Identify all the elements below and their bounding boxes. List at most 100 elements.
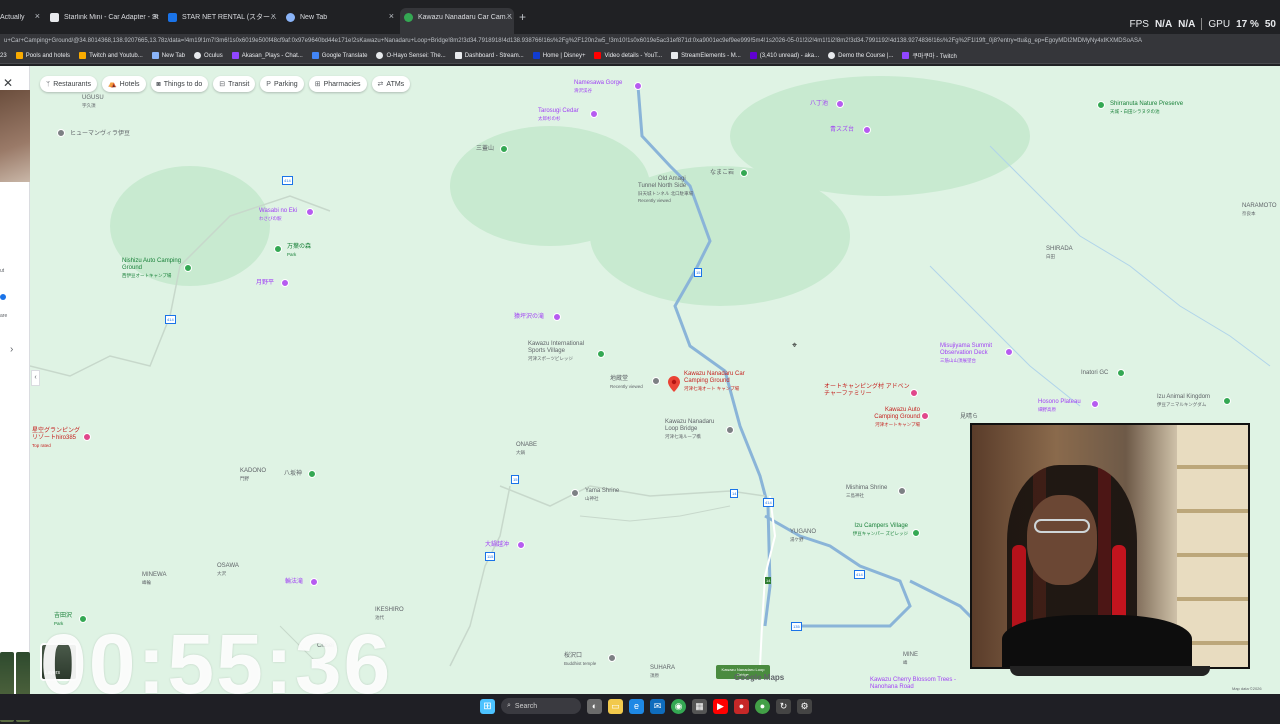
place-kawazu-nanadaru-camping[interactable]: Kawazu Nanadaru Car Camping Ground 河津七滝オー… [684, 371, 750, 392]
campground-pin-icon[interactable] [912, 529, 920, 537]
app-icon[interactable]: ● [755, 698, 770, 714]
place-osawa[interactable]: OSAWA 大沢 [217, 563, 239, 577]
place-izu-campers-village[interactable]: Izu Campers Village 伊豆キャンパー ズビレッジ [846, 523, 908, 537]
bookmark-item[interactable]: Demo the Course |... [828, 52, 893, 59]
place-tunnel-north[interactable]: Tunnel North Side 旧天城トンネル 北口駐車場 Recently v… [638, 183, 693, 204]
bookmark-item[interactable]: Pools and hotels [15, 52, 70, 59]
bookmark-item[interactable]: Google Translate [311, 52, 367, 59]
camping-pin-icon[interactable] [910, 389, 918, 397]
place-mishima-shrine[interactable]: Mishima Shrine 三島神社 [846, 485, 887, 499]
bookmark-item[interactable]: Oculus [194, 52, 223, 59]
place-yasaka[interactable]: 八坂神 [284, 471, 302, 478]
share-icon[interactable] [0, 294, 6, 300]
chip-parking[interactable]: P Parking [260, 76, 304, 92]
place-loop-bridge[interactable]: Kawazu Nanadaru Loop Bridge 河津七滝ループ橋 [665, 419, 725, 440]
bookmark-item[interactable]: New Tab [151, 52, 185, 59]
collapse-panel-button[interactable]: ‹ [31, 370, 40, 386]
place-pin-icon[interactable] [57, 129, 65, 137]
bookmark-item[interactable]: Dashboard - Stream... [454, 52, 524, 59]
place-adventure-family[interactable]: オートキャンピング村 アドベンチャーファミリー [824, 384, 910, 398]
attraction-pin-icon[interactable] [836, 100, 844, 108]
place-mikurayama[interactable]: 三蓋山 [476, 146, 494, 153]
chip-hotels[interactable]: ⛺ Hotels [101, 76, 146, 92]
golf-pin-icon[interactable] [1117, 369, 1125, 377]
attraction-pin-icon[interactable] [1091, 400, 1099, 408]
bookmark-item[interactable]: Video details - YouT... [594, 52, 662, 59]
settings-icon[interactable]: ⚙ [797, 698, 812, 714]
place-namako[interactable]: なまこ岩 [710, 170, 734, 177]
place-ugusu[interactable]: UGUSU 宇久須 [82, 95, 104, 109]
place-misujiyama[interactable]: Misujiyama Summit Observation Deck 三筋山山頂展… [940, 343, 1004, 364]
tab-kawazu-nanadaru[interactable]: Kawazu Nanadaru Car Camping × [400, 8, 514, 34]
park-pin-icon[interactable] [740, 169, 748, 177]
bookmark-partial[interactable]: 23 [0, 53, 7, 59]
place-jizodo[interactable]: 地蔵堂 Recently viewed [610, 376, 643, 390]
bookmark-item[interactable]: (3,410 unread) - aka... [749, 52, 819, 59]
windows-start-icon[interactable]: ⊞ [480, 698, 495, 714]
glamping-pin-icon[interactable] [83, 433, 91, 441]
tab-close-icon[interactable]: × [389, 11, 394, 21]
park-pin-icon[interactable] [1097, 101, 1105, 109]
tab-close-icon[interactable]: × [507, 11, 512, 21]
attraction-pin-icon[interactable] [590, 110, 598, 118]
zoo-pin-icon[interactable] [1223, 397, 1231, 405]
place-human-villa[interactable]: ヒューマンヴィラ伊豆 [70, 131, 130, 138]
place-shiranuta[interactable]: Shirranuta Nature Preserve 天城・白田シラヌタの池 [1110, 101, 1183, 115]
place-namesawa-gorge[interactable]: Namesawa Gorge 滑沢渓谷 [574, 80, 622, 94]
tab-new-tab[interactable]: New Tab × [286, 8, 396, 26]
park-pin-icon[interactable] [274, 245, 282, 253]
tab-close-icon[interactable]: × [153, 11, 158, 21]
chip-atms[interactable]: ⇄ ATMs [371, 76, 411, 92]
tab-starlink[interactable]: Starlink Mini - Car Adapter - St × [50, 8, 160, 26]
close-icon[interactable]: ✕ [3, 76, 13, 90]
app-icon[interactable]: ● [734, 698, 749, 714]
attraction-pin-icon[interactable] [306, 208, 314, 216]
chip-restaurants[interactable]: ᛘ Restaurants [40, 76, 97, 92]
place-minewa[interactable]: MINEWA 峰輪 [142, 572, 166, 586]
attraction-pin-icon[interactable] [1005, 348, 1013, 356]
shrine-pin-icon[interactable] [898, 487, 906, 495]
place-tarosugi-cedar[interactable]: Tarosugi Cedar 太郎杉の杉 [538, 108, 579, 122]
file-explorer-icon[interactable]: ▭ [608, 698, 623, 714]
place-sakusawa[interactable]: 猿坪沢の滝 [514, 314, 544, 321]
shrine-pin-icon[interactable] [308, 470, 316, 478]
place-ougosu[interactable]: 青スズ台 [830, 127, 854, 134]
chrome-icon[interactable]: ◉ [671, 698, 686, 714]
temple-pin-icon[interactable] [608, 654, 616, 662]
place-onabe[interactable]: ONABE 大鍋 [516, 442, 537, 456]
park-pin-icon[interactable] [597, 350, 605, 358]
widget-icon[interactable]: ◐ [587, 698, 602, 714]
bookmark-item[interactable]: StreamElements - M... [671, 52, 741, 59]
place-kawazu-intl-sports[interactable]: Kawazu International Sports Village 河津スポー… [528, 341, 596, 362]
place-onabe-falls[interactable]: 大鍋越沖 [485, 542, 509, 549]
youtube-icon[interactable]: ▶ [713, 698, 728, 714]
bookmark-item[interactable]: Akasan_Plays - Chat... [231, 52, 303, 59]
attraction-pin-icon[interactable] [553, 313, 561, 321]
place-wasabi-no-eki[interactable]: Wasabi no Eki わさびの駅 [259, 208, 297, 222]
place-sakuragawa[interactable]: 桜沢口 Buddhist temple [564, 653, 596, 667]
place-suhara[interactable]: SUHARA 須原 [650, 665, 675, 679]
place-old-amagi[interactable]: Old Amagi [658, 176, 686, 183]
place-hatchoike[interactable]: 八丁池 [810, 101, 828, 108]
place-izu-animal-kingdom[interactable]: Izu Animal Kingdom 伊豆アニマルキングダム [1157, 394, 1210, 408]
bookmark-item[interactable]: 쿠마쿠마 - Twitch [902, 51, 957, 60]
place-miharashi[interactable]: 見晴ら [960, 414, 978, 421]
chip-pharmacies[interactable]: ⊞ Pharmacies [308, 76, 367, 92]
tab-actually[interactable]: Actually × [0, 8, 42, 26]
place-hosono-plateau[interactable]: Hosono Plateau 細野高原 [1038, 399, 1081, 413]
bookmark-item[interactable]: Home | Disney+ [532, 52, 585, 59]
bookmark-item[interactable]: O-Hayo Sensei: The... [376, 52, 446, 59]
campground-pin-icon[interactable] [184, 264, 192, 272]
place-inatori-gc[interactable]: Inatori GC [1081, 370, 1108, 377]
address-bar[interactable]: u+Car+Camping+Ground/@34.8014368,138.920… [0, 34, 1280, 48]
park-pin-icon[interactable] [500, 145, 508, 153]
place-kadono[interactable]: KADONO 門野 [240, 468, 266, 482]
attraction-pin-icon[interactable] [863, 126, 871, 134]
place-photo[interactable] [0, 90, 30, 182]
attraction-pin-icon[interactable] [517, 541, 525, 549]
chip-things-to-do[interactable]: ◙ Things to do [150, 76, 209, 92]
place-yama-shrine[interactable]: Yama Shrine 山神社 [585, 488, 619, 502]
calculator-icon[interactable]: ▦ [692, 698, 707, 714]
camping-pin-icon[interactable] [921, 412, 929, 420]
place-glamping-hiro385[interactable]: 星空グランピング リゾートhiro385 Top rated [32, 428, 82, 449]
